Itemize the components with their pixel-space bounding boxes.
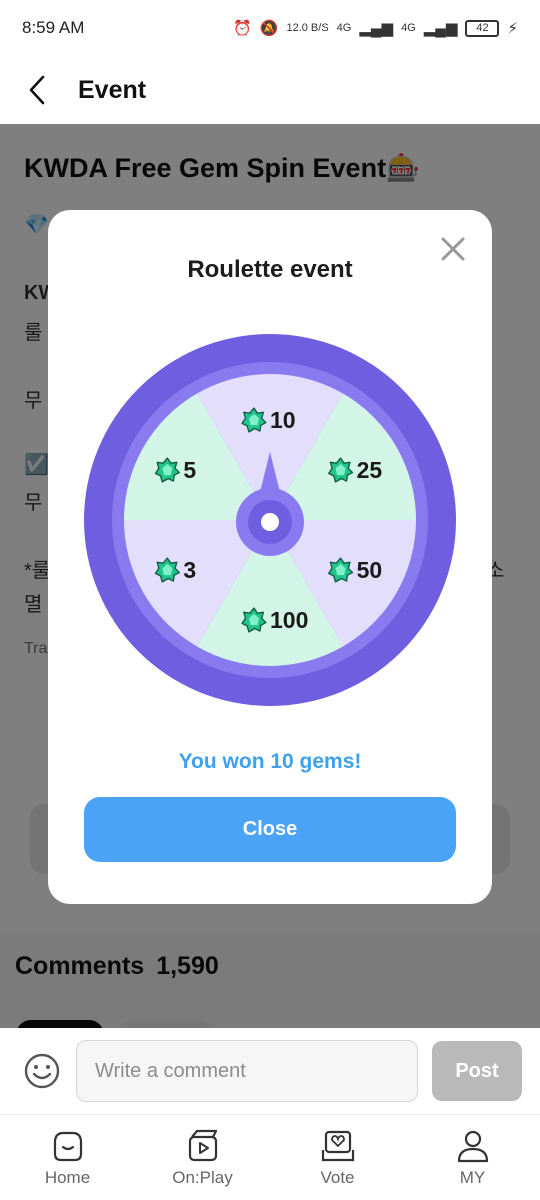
segment-label: 25: [357, 457, 383, 483]
nav-label-my: MY: [459, 1167, 486, 1187]
profile-icon: [457, 1130, 488, 1162]
nav-item-onplay[interactable]: On:Play: [135, 1115, 270, 1200]
signal-4g-1: 4G: [336, 22, 352, 34]
status-icons: ⏰ 🔕 12.0 B/S 4G ▂▄▆ 4G ▂▄▆ 42 ⚡: [233, 19, 518, 37]
segment-label: 3: [183, 557, 196, 583]
post-button[interactable]: Post: [432, 1041, 522, 1101]
status-time: 8:59 AM: [22, 18, 85, 37]
charging-icon: ⚡: [507, 20, 518, 37]
nav-item-vote[interactable]: Vote: [270, 1115, 405, 1200]
nav-label-onplay: On:Play: [172, 1167, 233, 1187]
alarm-icon: ⏰: [233, 20, 252, 37]
nav-item-home[interactable]: Home: [0, 1115, 135, 1200]
nav-label-home: Home: [44, 1167, 91, 1187]
close-button[interactable]: Close: [84, 797, 456, 862]
segment-label: 50: [357, 557, 383, 583]
battery-icon: 42: [465, 19, 500, 37]
segment-label: 100: [270, 607, 308, 633]
vote-icon: [321, 1130, 354, 1161]
roulette-modal: Roulette event 10 25 50 100 3 5 You won 10 ge…: [48, 210, 492, 904]
net-speed: 12.0 B/S: [286, 22, 329, 34]
segment-label: 10: [270, 407, 296, 433]
result-message: You won 10 gems!: [178, 750, 362, 773]
page-title: Event: [78, 75, 147, 104]
mute-icon: 🔕: [259, 20, 279, 37]
onplay-icon: [188, 1129, 217, 1161]
home-icon: [53, 1131, 82, 1161]
wheel-hub-center: [261, 513, 279, 531]
segment-label: 5: [183, 457, 196, 483]
signal-bars-icon: ▂▄▆: [359, 20, 394, 37]
header: Event: [0, 56, 540, 124]
nav-label-vote: Vote: [320, 1167, 355, 1187]
nav-item-my[interactable]: MY: [405, 1115, 540, 1200]
roulette-wheel: 10 25 50 100 3 5: [84, 334, 456, 706]
back-arrow-icon[interactable]: [22, 70, 52, 110]
comment-input[interactable]: [76, 1040, 418, 1102]
status-bar: 8:59 AM ⏰ 🔕 12.0 B/S 4G ▂▄▆ 4G ▂▄▆ 42 ⚡: [0, 0, 540, 56]
modal-title: Roulette event: [187, 256, 353, 283]
signal-4g-2: 4G: [401, 22, 416, 34]
bottom-nav: Home On:Play Vote MY: [0, 1114, 540, 1200]
comment-bar: Post: [0, 1028, 540, 1114]
signal-bars-icon-2: ▂▄▆: [423, 20, 458, 37]
close-icon[interactable]: [438, 234, 468, 264]
emoji-icon[interactable]: [22, 1051, 62, 1091]
